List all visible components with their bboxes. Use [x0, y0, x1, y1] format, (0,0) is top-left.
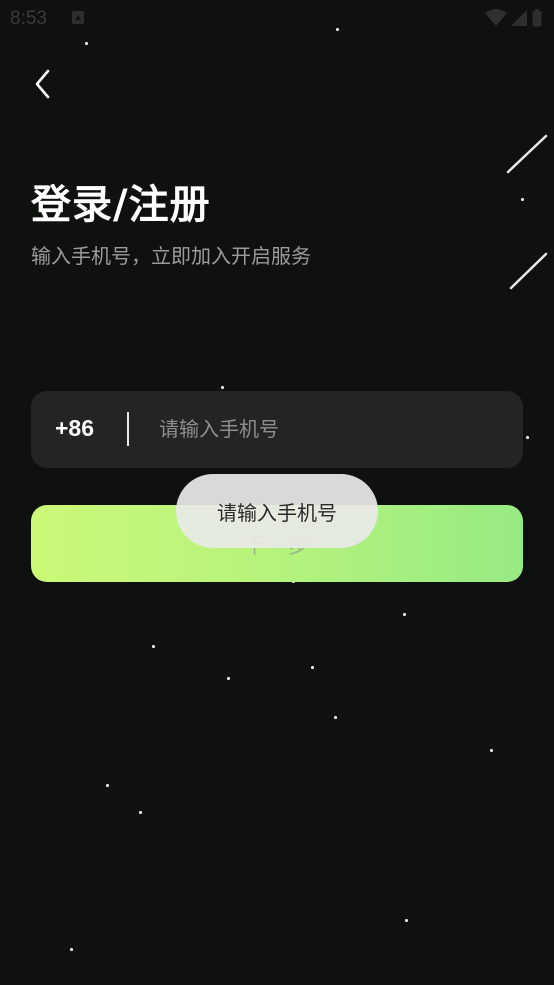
star — [403, 613, 406, 616]
star — [334, 716, 337, 719]
star — [85, 42, 88, 45]
phone-field: +86 — [31, 391, 523, 468]
field-divider — [127, 412, 129, 446]
battery-icon — [532, 9, 542, 31]
status-bar: 8:53 — [0, 0, 554, 36]
star — [152, 645, 155, 648]
star — [521, 198, 524, 201]
star — [526, 436, 529, 439]
phone-input[interactable] — [159, 411, 499, 447]
notification-icon — [71, 10, 85, 25]
star — [70, 948, 73, 951]
star — [221, 386, 224, 389]
star — [336, 28, 339, 31]
chevron-left-icon — [33, 69, 53, 103]
toast-message: 请输入手机号 — [176, 474, 378, 548]
star — [106, 784, 109, 787]
cell-signal-icon — [511, 9, 528, 31]
star — [405, 919, 408, 922]
star — [227, 677, 230, 680]
star — [139, 811, 142, 814]
page-title: 登录/注册 — [31, 182, 211, 228]
meteor-streak — [506, 134, 548, 174]
star — [490, 749, 493, 752]
page-subtitle: 输入手机号，立即加入开启服务 — [31, 244, 311, 268]
country-code-selector[interactable]: +86 — [55, 415, 94, 442]
wifi-icon — [485, 9, 507, 31]
status-icons — [485, 9, 542, 31]
star — [311, 666, 314, 669]
back-button[interactable] — [26, 66, 60, 106]
meteor-streak — [509, 252, 548, 290]
status-time: 8:53 — [10, 8, 47, 29]
